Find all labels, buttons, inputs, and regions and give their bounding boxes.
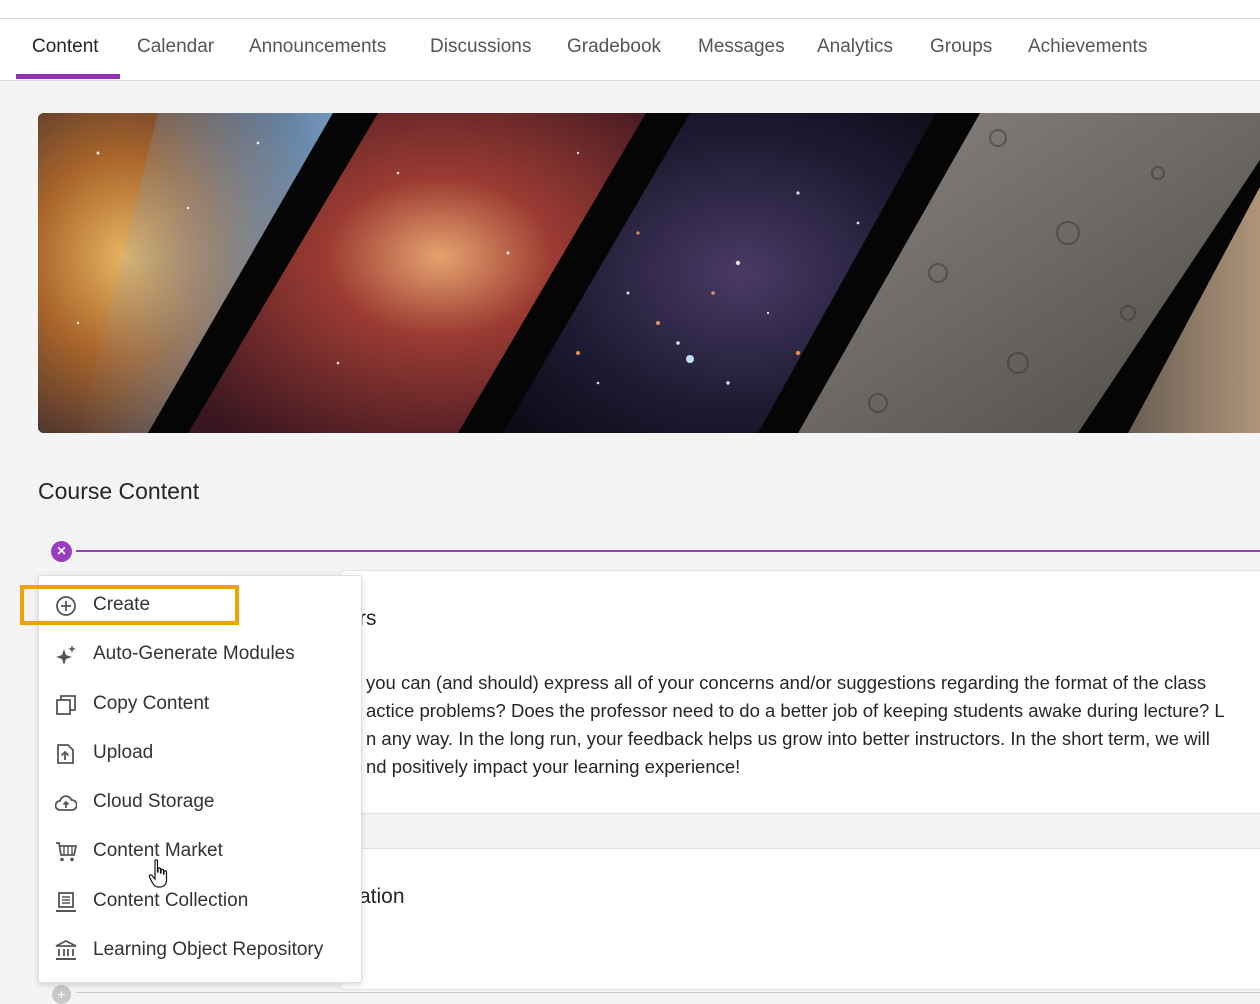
plus-icon: + xyxy=(57,986,66,1002)
menu-item-content-collection[interactable]: Content Collection xyxy=(39,880,361,926)
top-strip xyxy=(0,0,1260,19)
cart-icon xyxy=(56,842,77,862)
card-text-line: actice problems? Does the professor need… xyxy=(366,700,1225,721)
sparkle-icon xyxy=(56,645,76,665)
menu-item-label: Upload xyxy=(93,742,154,763)
menu-item-copy-content[interactable]: Copy Content xyxy=(39,683,361,729)
course-banner-image xyxy=(38,113,1260,433)
menu-item-upload[interactable]: Upload xyxy=(39,732,361,778)
card-text-line: nd positively impact your learning exper… xyxy=(366,756,741,777)
card-text-line: n any way. In the long run, your feedbac… xyxy=(366,728,1210,749)
content-card[interactable]: ation xyxy=(340,848,1260,990)
add-content-button[interactable]: + xyxy=(52,985,71,1004)
close-icon: ✕ xyxy=(56,544,67,558)
tab-analytics[interactable]: Analytics xyxy=(817,19,893,80)
menu-item-learning-object-repository[interactable]: Learning Object Repository xyxy=(39,929,361,975)
upload-icon xyxy=(57,744,74,764)
collection-icon xyxy=(56,892,76,912)
tab-messages[interactable]: Messages xyxy=(698,19,785,80)
menu-item-label: Learning Object Repository xyxy=(93,939,324,960)
card-title: ation xyxy=(359,885,405,908)
add-content-divider xyxy=(76,550,1260,552)
menu-item-cloud-storage[interactable]: Cloud Storage xyxy=(39,781,361,827)
tab-announcements[interactable]: Announcements xyxy=(249,19,386,80)
tab-content[interactable]: Content xyxy=(32,19,99,80)
menu-item-label: Auto-Generate Modules xyxy=(93,643,295,664)
menu-item-label: Cloud Storage xyxy=(93,791,215,812)
menu-item-auto-generate-modules[interactable]: Auto-Generate Modules xyxy=(39,633,361,679)
cloud-upload-icon xyxy=(55,795,77,811)
tab-discussions[interactable]: Discussions xyxy=(430,19,531,80)
close-add-menu-button[interactable]: ✕ xyxy=(51,541,72,562)
menu-item-label: Content Collection xyxy=(93,890,249,911)
copy-icon xyxy=(56,695,76,715)
add-content-menu: Create Auto-Generate Modules Copy Conten… xyxy=(38,575,362,983)
active-tab-indicator xyxy=(16,74,120,79)
institution-icon xyxy=(55,940,77,960)
create-highlight-box xyxy=(20,585,239,625)
hand-cursor-icon xyxy=(148,859,168,888)
course-content-heading: Course Content xyxy=(38,478,200,504)
tab-gradebook[interactable]: Gradebook xyxy=(567,19,661,80)
content-card[interactable]: rs you can (and should) express all of y… xyxy=(340,570,1260,814)
menu-item-label: Copy Content xyxy=(93,693,210,714)
course-tab-bar: Content Calendar Announcements Discussio… xyxy=(0,19,1260,81)
menu-item-content-market[interactable]: Content Market xyxy=(39,830,361,876)
tab-achievements[interactable]: Achievements xyxy=(1028,19,1147,80)
card-text-line: you can (and should) express all of your… xyxy=(366,672,1207,693)
add-content-divider xyxy=(76,992,1260,993)
tab-calendar[interactable]: Calendar xyxy=(137,19,214,80)
tab-groups[interactable]: Groups xyxy=(930,19,992,80)
